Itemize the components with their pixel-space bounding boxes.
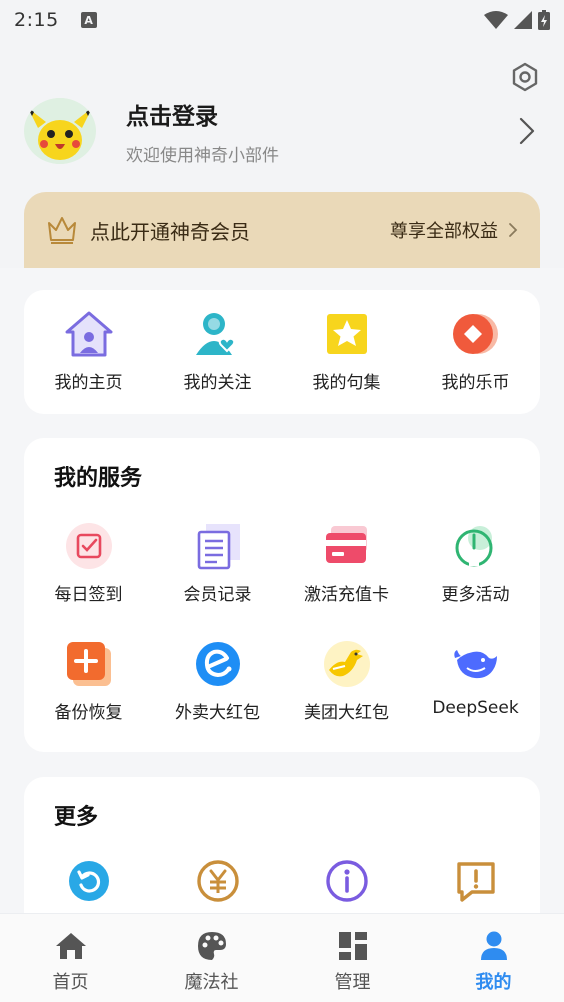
vip-benefit-link[interactable]: 尊享全部权益 <box>390 217 518 243</box>
notification-icon: A <box>80 12 97 28</box>
nav-label: 管理 <box>334 972 371 993</box>
quick-link-sentences[interactable]: 我的句集 <box>282 308 411 393</box>
chevron-right-icon <box>509 223 518 237</box>
service-label: 备份恢复 <box>54 703 123 723</box>
status-time: 2:15 <box>14 9 59 31</box>
service-eleme[interactable]: 外卖大红包 <box>153 638 282 723</box>
chevron-right-icon[interactable] <box>518 116 536 146</box>
quick-link-follow[interactable]: 我的关注 <box>153 308 282 393</box>
settings-button[interactable] <box>510 62 540 92</box>
refresh-icon <box>68 861 109 901</box>
settings-icon <box>512 62 538 92</box>
quick-link-label: 我的乐币 <box>441 373 510 393</box>
signal-icon <box>514 11 532 29</box>
services-card: 我的服务 每日签到 会员记录 激活充值卡 更多活动 备份恢复 外卖大红包 美团大… <box>24 438 540 752</box>
service-backup[interactable]: 备份恢复 <box>24 638 153 723</box>
more-grid <box>24 855 540 907</box>
home-icon <box>65 311 112 357</box>
nav-item-manage[interactable]: 管理 <box>282 914 423 1002</box>
quick-link-label: 我的句集 <box>312 373 381 393</box>
service-more-activities[interactable]: 更多活动 <box>411 520 540 605</box>
service-activate-card[interactable]: 激活充值卡 <box>282 520 411 605</box>
follow-user-icon <box>195 313 235 355</box>
status-bar: 2:15 A <box>0 0 564 40</box>
more-item-refresh[interactable] <box>24 855 153 907</box>
service-label: 外卖大红包 <box>175 703 260 723</box>
activity-icon <box>455 526 492 567</box>
palette-nav-icon <box>197 932 226 960</box>
quick-links-grid: 我的主页 我的关注 我的句集 我的乐币 <box>24 290 540 393</box>
eleme-icon <box>195 642 240 686</box>
vip-benefit: 尊享全部权益 <box>390 221 498 242</box>
service-label: DeepSeek <box>432 698 519 718</box>
quick-link-label: 我的主页 <box>54 373 123 393</box>
profile-login-row[interactable]: 点击登录 欢迎使用神奇小部件 <box>24 96 544 166</box>
battery-icon <box>538 10 550 30</box>
login-title[interactable]: 点击登录 <box>126 97 279 131</box>
pikachu-avatar-icon <box>27 98 93 164</box>
more-item-info[interactable] <box>282 855 411 907</box>
quick-links-card: 我的主页 我的关注 我的句集 我的乐币 <box>24 290 540 414</box>
more-item-feedback[interactable] <box>411 855 540 907</box>
profile-text: 点击登录 欢迎使用神奇小部件 <box>126 97 279 166</box>
quick-link-label: 我的关注 <box>183 373 252 393</box>
crown-icon <box>48 217 76 244</box>
login-subtitle: 欢迎使用神奇小部件 <box>126 145 279 166</box>
vip-banner[interactable]: 点此开通神奇会员 尊享全部权益 <box>24 192 540 268</box>
service-label: 每日签到 <box>54 585 123 605</box>
nav-label: 魔法社 <box>184 972 239 993</box>
services-title: 我的服务 <box>54 466 143 491</box>
service-label: 美团大红包 <box>304 703 389 723</box>
quick-link-home[interactable]: 我的主页 <box>24 308 153 393</box>
person-nav-icon <box>480 931 507 960</box>
checkin-icon <box>65 523 112 569</box>
backup-icon <box>66 642 111 686</box>
services-grid-row: 每日签到 会员记录 激活充值卡 更多活动 <box>24 520 540 605</box>
more-title: 更多 <box>54 805 99 830</box>
quick-link-coins[interactable]: 我的乐币 <box>411 308 540 393</box>
avatar[interactable] <box>24 98 96 164</box>
record-icon <box>197 524 240 570</box>
feedback-icon <box>456 862 495 902</box>
deepseek-icon <box>453 650 497 679</box>
bottom-nav: 首页 魔法社 管理 我的 <box>0 913 564 1002</box>
more-item-yuan[interactable] <box>153 855 282 907</box>
nav-item-home[interactable]: 首页 <box>0 914 141 1002</box>
services-grid-row: 备份恢复 外卖大红包 美团大红包 DeepSeek <box>24 638 540 723</box>
vip-title: 点此开通神奇会员 <box>90 219 250 244</box>
status-indicators <box>484 10 550 30</box>
service-label: 更多活动 <box>441 585 510 605</box>
coin-icon <box>452 314 498 354</box>
service-meituan[interactable]: 美团大红包 <box>282 638 411 723</box>
service-deepseek[interactable]: DeepSeek <box>411 638 540 723</box>
nav-item-mine[interactable]: 我的 <box>423 914 564 1002</box>
service-label: 激活充值卡 <box>304 585 389 605</box>
card-icon <box>325 526 367 563</box>
star-icon <box>326 314 367 354</box>
nav-item-magic[interactable]: 魔法社 <box>141 914 282 1002</box>
home-nav-icon <box>55 933 86 959</box>
info-icon <box>325 860 368 902</box>
nav-label: 我的 <box>475 972 512 993</box>
service-member-record[interactable]: 会员记录 <box>153 520 282 605</box>
nav-label: 首页 <box>52 972 89 993</box>
service-label: 会员记录 <box>183 585 252 605</box>
service-checkin[interactable]: 每日签到 <box>24 520 153 605</box>
yuan-icon <box>196 860 239 902</box>
meituan-icon <box>323 641 370 687</box>
grid-nav-icon <box>338 932 367 960</box>
wifi-icon <box>484 11 508 29</box>
